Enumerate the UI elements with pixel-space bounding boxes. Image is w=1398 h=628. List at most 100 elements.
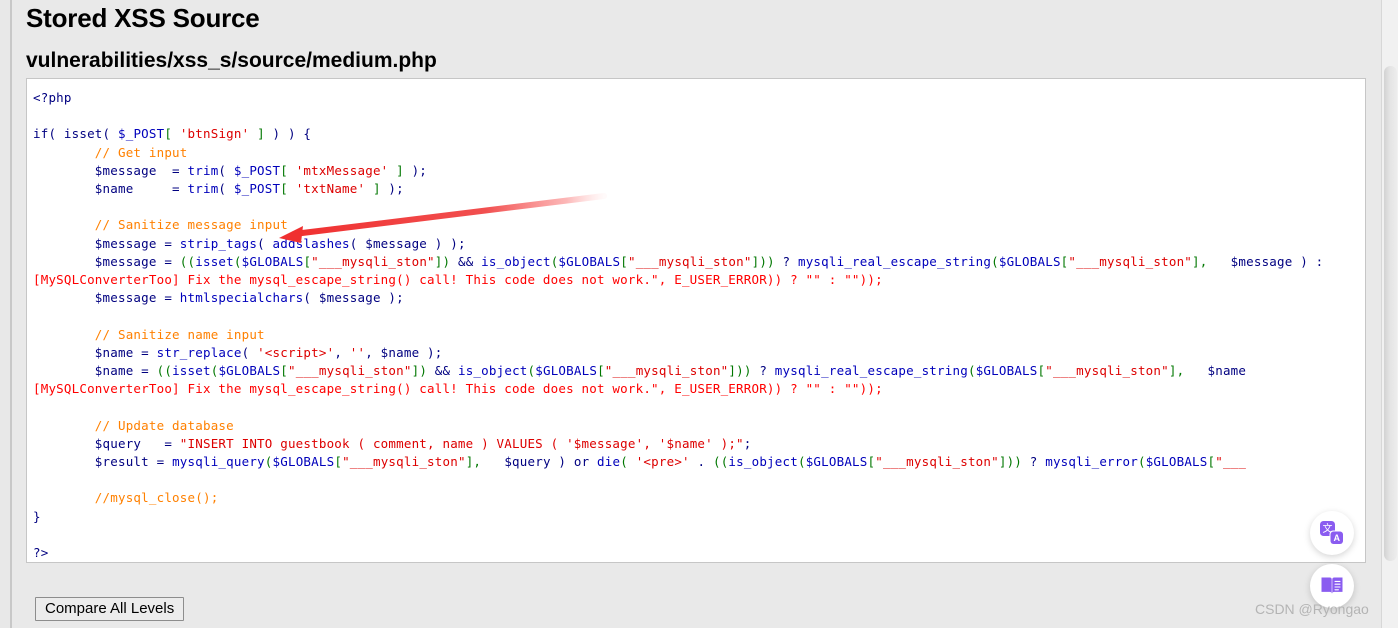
code-token: ? xyxy=(751,363,775,379)
code-token: ] xyxy=(249,126,265,142)
code-token: [ xyxy=(280,181,296,197)
code-token: $GLOBALS xyxy=(535,363,598,379)
code-token: ( xyxy=(218,181,234,197)
browser-viewport: Stored XSS Source vulnerabilities/xss_s/… xyxy=(0,0,1398,628)
code-token: (( xyxy=(179,253,196,269)
code-token: die xyxy=(597,454,621,470)
code-token: ( xyxy=(241,344,258,360)
browser-scrollbar-track[interactable] xyxy=(1381,0,1398,628)
code-token: $message = xyxy=(33,162,188,178)
code-token: "___mysqli_ston" xyxy=(627,253,752,269)
code-token: ])) xyxy=(998,454,1023,470)
code-token: <?php xyxy=(33,90,72,105)
php-source-code: <?php if( isset( $_POST[ 'btnSign' ] ) )… xyxy=(33,89,1365,562)
code-token: mysqli_query xyxy=(172,454,265,470)
code-token: mysqli_error xyxy=(1045,454,1138,470)
code-token: ( xyxy=(257,235,273,251)
code-token: ( xyxy=(264,454,273,470)
code-token: '<script>' xyxy=(257,344,335,360)
code-token: $GLOBALS xyxy=(272,454,335,470)
code-token: , xyxy=(334,344,350,360)
code-token: ( xyxy=(797,454,806,470)
code-token: is_object xyxy=(728,454,798,470)
code-token: 'mtxMessage' xyxy=(295,162,389,178)
code-token: strip_tags xyxy=(179,235,258,251)
code-token: '' xyxy=(349,344,366,360)
code-token: ?> xyxy=(33,545,49,561)
code-token: trim xyxy=(187,181,219,197)
code-token: ( xyxy=(967,363,976,379)
code-token: $GLOBALS xyxy=(805,454,868,470)
code-token: 'txtName' xyxy=(295,181,366,197)
code-token: if( xyxy=(33,126,64,142)
code-token: "___ xyxy=(1215,454,1247,470)
code-token: mysqli_real_escape_string xyxy=(797,253,992,269)
code-token: $GLOBALS xyxy=(1145,454,1208,470)
code-token: //mysql_close(); xyxy=(33,490,219,506)
code-token: $name = xyxy=(33,181,188,197)
code-token: [ xyxy=(303,253,312,269)
compare-all-levels-button[interactable]: Compare All Levels xyxy=(35,597,185,621)
page-title: Stored XSS Source xyxy=(26,3,260,34)
svg-text:A: A xyxy=(1333,533,1340,543)
code-token: $GLOBALS xyxy=(975,363,1038,379)
code-token: $message = xyxy=(33,253,180,269)
code-token: ); xyxy=(380,181,404,197)
code-token: $_POST xyxy=(118,126,165,142)
code-token: [ xyxy=(597,363,605,379)
code-token: // Sanitize name input xyxy=(33,326,265,342)
code-token: $_POST xyxy=(233,162,281,178)
code-token: "___mysqli_ston" xyxy=(288,363,412,379)
code-token: 'btnSign' xyxy=(179,126,250,142)
code-token: [ xyxy=(280,162,296,178)
source-file-path: vulnerabilities/xss_s/source/medium.php xyxy=(26,49,437,73)
code-token: isset xyxy=(172,363,211,379)
csdn-watermark: CSDN @Ryongao xyxy=(1255,601,1369,617)
source-code-inner: <?php if( isset( $_POST[ 'btnSign' ] ) )… xyxy=(33,89,1365,562)
code-token: "___mysqli_ston" xyxy=(342,454,466,470)
code-token: ], xyxy=(1192,253,1208,269)
code-token: ]) xyxy=(411,363,428,379)
source-code-box: <?php if( isset( $_POST[ 'btnSign' ] ) )… xyxy=(26,78,1366,563)
code-token: $GLOBALS xyxy=(218,363,281,379)
code-token: $GLOBALS xyxy=(998,253,1061,269)
code-token: ], xyxy=(465,454,482,470)
code-token: ] xyxy=(388,162,404,178)
code-token: $message ) : xyxy=(1207,253,1332,269)
code-token: [MySQLConverterToo] Fix the mysql_escape… xyxy=(33,381,883,397)
code-token: isset xyxy=(195,253,234,269)
code-token: ( xyxy=(218,162,234,178)
code-token: $query ) xyxy=(481,454,574,470)
code-token: "___mysqli_ston" xyxy=(1068,253,1193,269)
code-token: $result = xyxy=(33,454,173,470)
browser-scrollbar-thumb[interactable] xyxy=(1384,66,1397,561)
code-token: ]) xyxy=(434,253,451,269)
code-token: $message = xyxy=(33,235,180,251)
code-token: ( xyxy=(1137,454,1146,470)
code-token: [ xyxy=(280,363,288,379)
code-token: // Sanitize message input xyxy=(33,217,288,233)
code-token: is_object xyxy=(481,253,551,269)
code-token: [MySQLConverterToo] Fix the mysql_escape… xyxy=(33,272,883,288)
code-token: ( $message ) ); xyxy=(349,235,466,251)
code-token: ] xyxy=(365,181,381,197)
translate-button[interactable]: 文 A xyxy=(1310,511,1354,555)
code-token: $query = xyxy=(33,435,180,451)
code-token: $message = xyxy=(33,290,180,306)
code-token: "___mysqli_ston" xyxy=(604,363,729,379)
code-token: '<pre>' xyxy=(635,454,690,470)
code-token: [ xyxy=(620,253,628,269)
code-token: trim xyxy=(187,162,219,178)
code-token: $name = xyxy=(33,344,157,360)
book-icon xyxy=(1321,577,1343,594)
code-token: (( xyxy=(156,363,173,379)
code-token: ) ) { xyxy=(264,126,312,142)
dvwa-content-panel: Stored XSS Source vulnerabilities/xss_s/… xyxy=(10,0,1388,628)
code-token: str_replace xyxy=(156,344,242,360)
code-token: is_object xyxy=(457,363,528,379)
code-token: ( xyxy=(991,253,999,269)
translate-icon: 文 A xyxy=(1320,521,1344,545)
code-token: ; xyxy=(743,435,752,451)
code-token: ], xyxy=(1168,363,1185,379)
code-token: ])) xyxy=(751,253,775,269)
